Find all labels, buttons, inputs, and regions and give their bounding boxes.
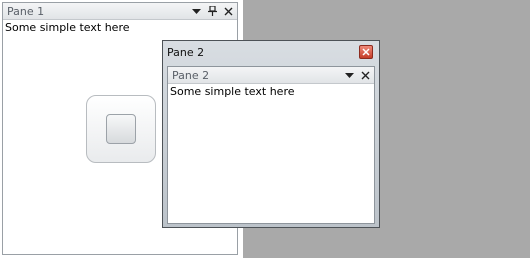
pin-icon[interactable] bbox=[205, 4, 219, 18]
dock-center-target[interactable] bbox=[106, 114, 136, 144]
floating-window-title: Pane 2 bbox=[167, 45, 205, 59]
pane-2-content: Some simple text here bbox=[170, 85, 295, 98]
pane-2-title: Pane 2 bbox=[172, 68, 210, 82]
pane-2-header[interactable]: Pane 2 bbox=[168, 67, 374, 84]
pane-2[interactable]: Pane 2 Some simple text here bbox=[167, 66, 375, 224]
floating-window[interactable]: Pane 2 Pane 2 Some simple text here bbox=[162, 40, 380, 228]
pane-1-content: Some simple text here bbox=[5, 21, 130, 34]
floating-window-titlebar[interactable]: Pane 2 bbox=[163, 41, 379, 63]
pane-1-header[interactable]: Pane 1 bbox=[3, 3, 237, 20]
pane-1-title: Pane 1 bbox=[7, 4, 45, 18]
dock-compass-indicator[interactable] bbox=[86, 95, 156, 163]
close-icon[interactable] bbox=[221, 4, 235, 18]
close-icon[interactable] bbox=[358, 68, 372, 82]
window-close-button[interactable] bbox=[359, 45, 373, 59]
chevron-down-icon[interactable] bbox=[342, 68, 356, 82]
chevron-down-icon[interactable] bbox=[189, 4, 203, 18]
